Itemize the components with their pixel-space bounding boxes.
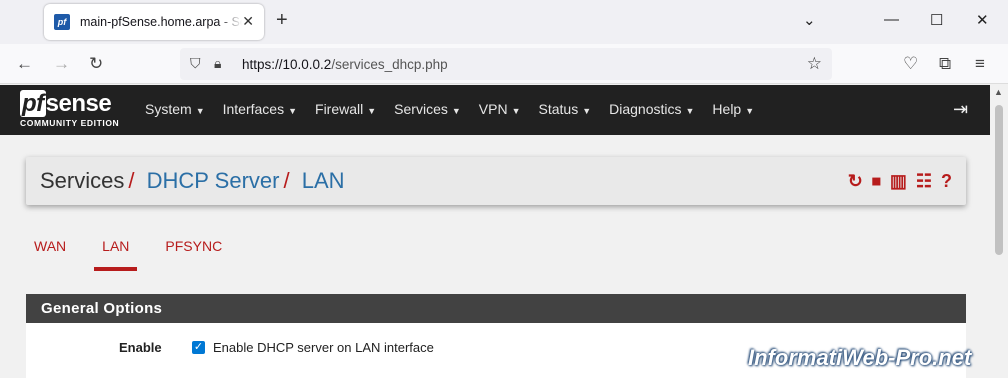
hamburger-menu-icon[interactable]: ≡ <box>975 54 985 74</box>
menu-system[interactable]: System ▼ <box>145 101 205 117</box>
enable-dhcp-checkbox-label[interactable]: Enable DHCP server on LAN interface <box>213 340 434 355</box>
caret-down-icon: ▼ <box>582 106 592 116</box>
status-chart-icon[interactable]: ▥ <box>890 170 907 192</box>
enable-label: Enable <box>119 340 162 355</box>
enable-dhcp-checkbox[interactable]: ✓ <box>192 341 205 354</box>
caret-down-icon: ▼ <box>685 106 695 116</box>
menu-interfaces[interactable]: Interfaces ▼ <box>223 101 297 117</box>
tab-title: main-pfSense.home.arpa - Services: DHCP … <box>80 15 242 29</box>
menu-status[interactable]: Status ▼ <box>539 101 592 117</box>
caret-down-icon: ▼ <box>451 106 461 116</box>
tab-lan[interactable]: LAN <box>94 238 138 271</box>
maximize-icon[interactable]: ☐ <box>930 11 943 29</box>
caret-down-icon: ▼ <box>195 106 205 116</box>
browser-tabstrip: pf main-pfSense.home.arpa - Services: DH… <box>0 0 1008 44</box>
breadcrumb-panel: Services / DHCP Server / LAN ↻ ⏹ ▥ ☷ ? <box>26 157 966 205</box>
pfsense-favicon-icon: pf <box>54 14 70 30</box>
logout-icon[interactable]: ⇥ <box>953 99 968 120</box>
close-tab-icon[interactable]: ✕ <box>242 13 254 30</box>
menu-vpn[interactable]: VPN ▼ <box>479 101 521 117</box>
breadcrumb-services: Services <box>40 168 125 193</box>
tab-wan[interactable]: WAN <box>26 238 74 254</box>
address-bar[interactable]: ⛉ 🔒︎ https://10.0.0.2/services_dhcp.php … <box>180 48 832 80</box>
restart-service-icon[interactable]: ↻ <box>848 170 863 192</box>
menu-help[interactable]: Help ▼ <box>712 101 754 117</box>
breadcrumb: Services / DHCP Server / LAN <box>40 168 345 193</box>
new-tab-icon[interactable]: + <box>276 10 288 30</box>
panel-title: General Options <box>26 294 966 323</box>
scroll-thumb[interactable] <box>995 105 1003 255</box>
tab-list-chevron-icon[interactable]: ⌄ <box>803 11 816 29</box>
close-window-icon[interactable]: ✕ <box>976 11 989 29</box>
caret-down-icon: ▼ <box>745 106 755 116</box>
shield-icon[interactable]: ⛉ <box>190 55 201 72</box>
browser-navbar: ← → ↻ ⛉ 🔒︎ https://10.0.0.2/services_dhc… <box>0 44 1008 84</box>
caret-down-icon: ▼ <box>511 106 521 116</box>
pfsense-logo[interactable]: pfsense COMMUNITY EDITION <box>20 90 119 128</box>
url-text[interactable]: https://10.0.0.2/services_dhcp.php <box>242 57 448 72</box>
reload-icon[interactable]: ↻ <box>89 54 103 74</box>
watermark: InformatiWeb-Pro.net <box>748 345 972 370</box>
lock-icon[interactable]: 🔒︎ <box>214 55 221 72</box>
stop-service-icon[interactable]: ⏹ <box>872 170 881 192</box>
browser-tab[interactable]: pf main-pfSense.home.arpa - Services: DH… <box>44 4 264 40</box>
caret-down-icon: ▼ <box>288 106 298 116</box>
caret-down-icon: ▼ <box>367 106 377 116</box>
main-menu: System ▼ Interfaces ▼ Firewall ▼ Services ▼ … <box>145 101 772 117</box>
breadcrumb-lan[interactable]: LAN <box>302 168 345 193</box>
page-actions: ↻ ⏹ ▥ ☷ ? <box>839 170 952 192</box>
bookmark-star-icon[interactable]: ☆ <box>807 54 822 74</box>
back-arrow-icon[interactable]: ← <box>16 54 33 74</box>
interface-tabs: WAN LAN PFSYNC <box>26 238 250 271</box>
scroll-up-icon[interactable]: ▲ <box>994 87 1003 97</box>
breadcrumb-dhcp-server[interactable]: DHCP Server <box>147 168 280 193</box>
extensions-icon[interactable]: ⧉ <box>939 54 951 74</box>
pfsense-navbar: pfsense COMMUNITY EDITION System ▼ Interf… <box>0 85 990 135</box>
page-scrollbar[interactable]: ▲ <box>990 85 1008 378</box>
tab-pfsync[interactable]: PFSYNC <box>157 238 230 254</box>
pocket-icon[interactable]: ♡ <box>903 54 918 74</box>
log-list-icon[interactable]: ☷ <box>916 170 932 192</box>
menu-services[interactable]: Services ▼ <box>394 101 461 117</box>
help-icon[interactable]: ? <box>941 170 952 192</box>
forward-arrow-icon[interactable]: → <box>53 54 70 74</box>
menu-firewall[interactable]: Firewall ▼ <box>315 101 376 117</box>
menu-diagnostics[interactable]: Diagnostics ▼ <box>609 101 694 117</box>
minimize-icon[interactable]: — <box>884 11 899 28</box>
